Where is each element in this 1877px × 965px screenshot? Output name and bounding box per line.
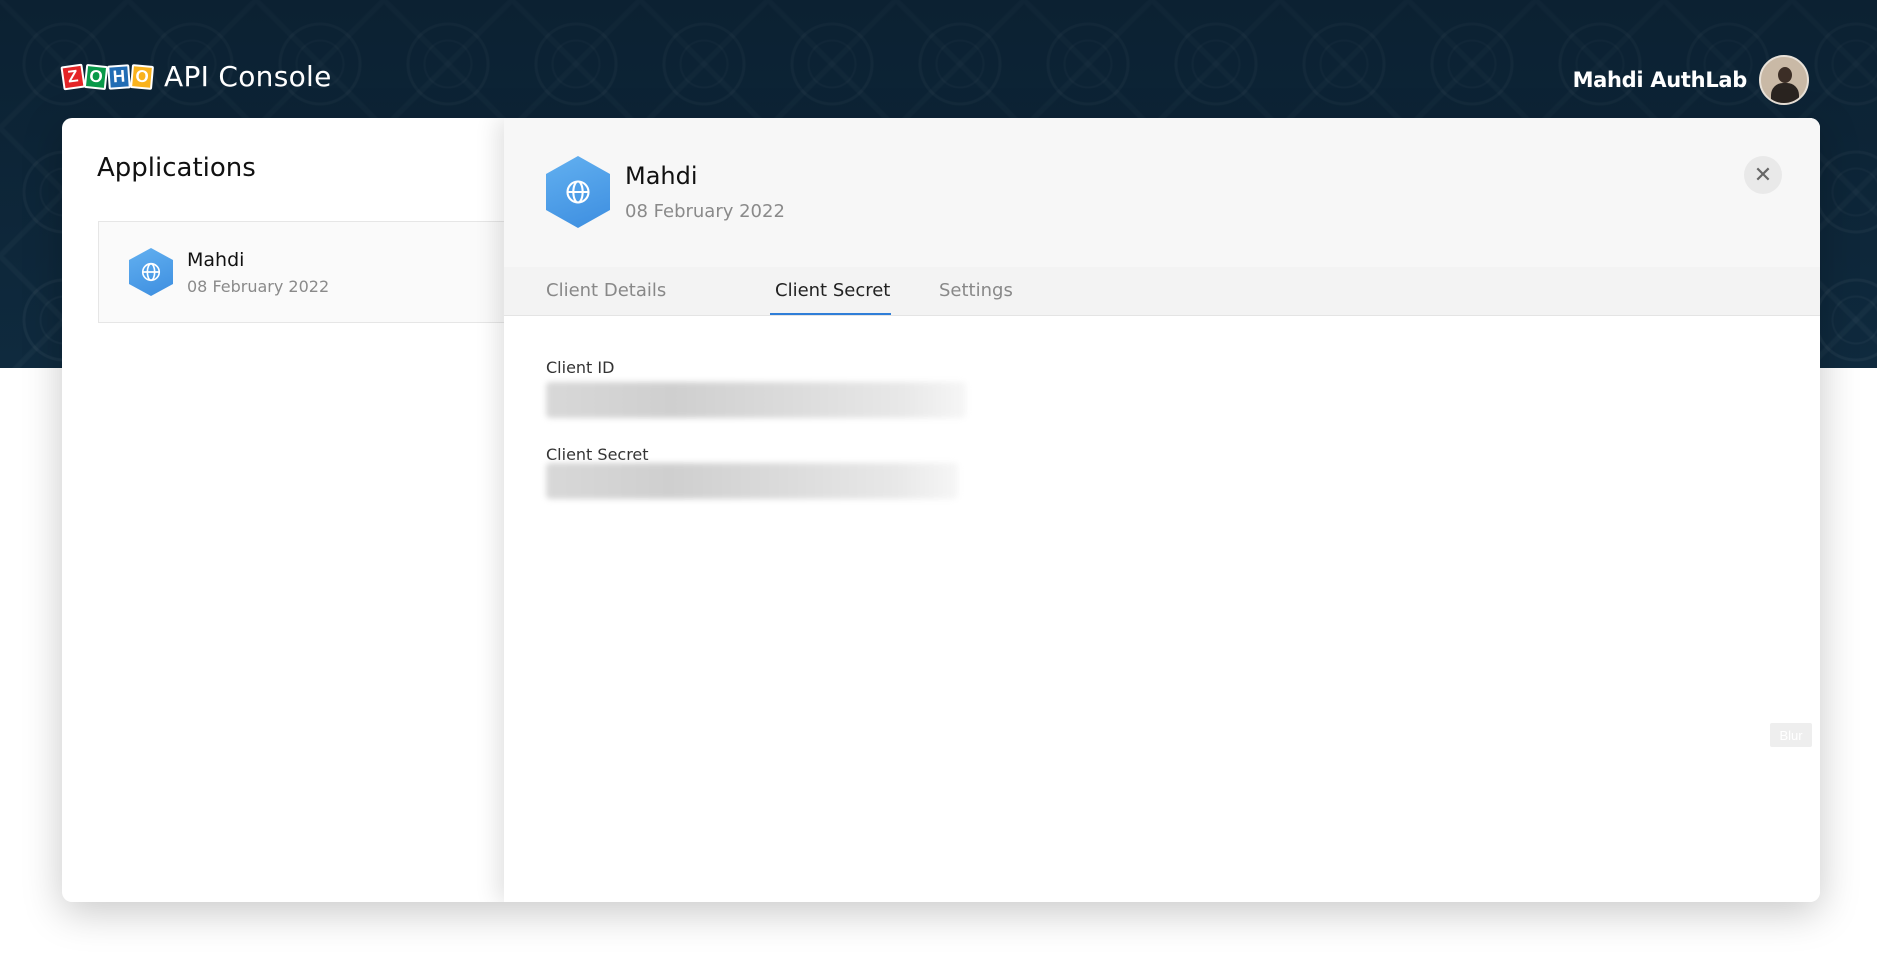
- applications-card: Applications Mahdi 08 February 2022 Mahd: [62, 118, 1820, 902]
- detail-app-date: 08 February 2022: [625, 201, 785, 222]
- logo-tile-h: H: [107, 63, 131, 90]
- client-secret-value[interactable]: [546, 463, 958, 499]
- user-menu[interactable]: Mahdi AuthLab: [1573, 55, 1809, 105]
- globe-icon: [129, 248, 173, 296]
- close-button[interactable]: ✕: [1744, 156, 1782, 194]
- application-list-item[interactable]: Mahdi 08 February 2022: [98, 221, 528, 323]
- app-title: API Console: [164, 60, 332, 93]
- application-detail-panel: Mahdi 08 February 2022 ✕ Client Details …: [504, 118, 1820, 902]
- tab-client-secret[interactable]: Client Secret: [775, 280, 890, 301]
- avatar-body: [1771, 83, 1799, 103]
- detail-app-name: Mahdi: [625, 162, 698, 190]
- client-secret-label: Client Secret: [546, 445, 649, 464]
- active-tab-indicator: [770, 313, 891, 315]
- client-id-value[interactable]: [546, 382, 966, 418]
- globe-icon: [546, 156, 610, 228]
- logo-tile-o: O: [83, 63, 109, 90]
- user-name: Mahdi AuthLab: [1572, 68, 1748, 92]
- zoho-logo-tiles: Z O H O: [60, 63, 155, 90]
- tab-settings[interactable]: Settings: [939, 280, 1013, 301]
- client-id-label: Client ID: [546, 358, 615, 377]
- application-name: Mahdi: [187, 248, 245, 271]
- applications-heading: Applications: [97, 153, 256, 183]
- zoho-logo[interactable]: Z O H O API Console: [60, 60, 332, 93]
- logo-tile-z: Z: [60, 63, 86, 90]
- tab-client-details[interactable]: Client Details: [546, 280, 666, 301]
- detail-header: Mahdi 08 February 2022 ✕: [504, 118, 1820, 267]
- detail-tabs: Client Details Client Secret Settings: [504, 267, 1820, 316]
- blur-toggle-button[interactable]: Blur: [1770, 723, 1812, 747]
- application-date: 08 February 2022: [187, 276, 330, 296]
- avatar-head: [1778, 67, 1792, 83]
- close-icon: ✕: [1753, 162, 1773, 188]
- logo-tile-o-second: O: [129, 63, 155, 90]
- avatar[interactable]: [1759, 55, 1809, 105]
